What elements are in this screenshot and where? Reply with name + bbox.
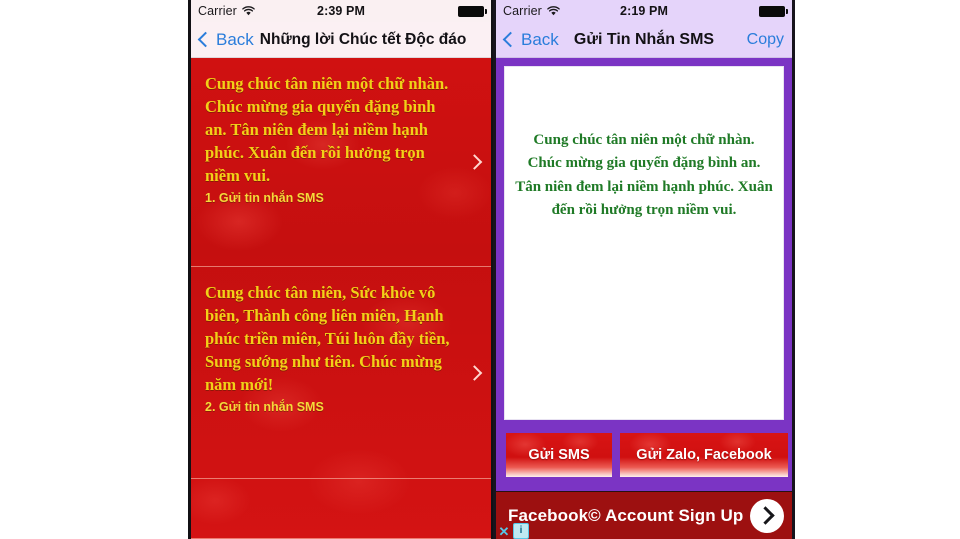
carrier-label: Carrier — [503, 4, 542, 18]
wifi-icon — [242, 5, 255, 18]
copy-button[interactable]: Copy — [747, 31, 784, 49]
ad-info-icon[interactable]: i — [513, 523, 529, 539]
back-label: Back — [521, 29, 559, 49]
right-status-bar: Carrier 2:19 PM — [496, 0, 792, 22]
wifi-icon — [547, 5, 560, 18]
right-nav-bar: Back Gửi Tin Nhắn SMS Copy — [496, 22, 792, 58]
battery-full-icon — [759, 5, 788, 17]
back-button[interactable]: Back — [197, 29, 254, 50]
message-text: Cung chúc tân niên một chữ nhàn. Chúc mừ… — [515, 132, 773, 218]
back-button[interactable]: Back — [502, 29, 559, 50]
compose-area: Cung chúc tân niên một chữ nhàn. Chúc mừ… — [496, 58, 792, 539]
chevron-right-icon[interactable] — [466, 364, 483, 381]
greeting-subtitle: 2. Gửi tin nhắn SMS — [205, 400, 324, 415]
list-item[interactable] — [191, 479, 491, 539]
screenshot-stage: Carrier 2:39 PM Back Những lời Chúc tết … — [0, 0, 960, 539]
chevron-right-circle-icon[interactable] — [750, 498, 784, 533]
message-textarea[interactable]: Cung chúc tân niên một chữ nhàn. Chúc mừ… — [504, 66, 784, 420]
greeting-text: Cung chúc tân niên một chữ nhàn. Chúc mừ… — [205, 74, 449, 186]
left-nav-bar: Back Những lời Chúc tết Độc đáo — [191, 22, 491, 58]
list-item[interactable]: Cung chúc tân niên, Sức khỏe vô biên, Th… — [191, 267, 491, 479]
chevron-left-icon — [197, 31, 214, 48]
chevron-right-icon[interactable] — [466, 154, 483, 170]
left-phone-screen: Carrier 2:39 PM Back Những lời Chúc tết … — [188, 0, 493, 539]
greeting-list[interactable]: Cung chúc tân niên một chữ nhàn. Chúc mừ… — [191, 58, 491, 539]
send-zalo-facebook-button[interactable]: Gửi Zalo, Facebook — [620, 433, 788, 477]
send-sms-button[interactable]: Gửi SMS — [506, 433, 612, 477]
action-button-row: Gửi SMS Gửi Zalo, Facebook — [504, 420, 788, 477]
carrier-label: Carrier — [198, 4, 237, 18]
right-phone-screen: Carrier 2:19 PM Back Gửi Tin Nhắn SMS Co… — [493, 0, 795, 539]
ad-text: Facebook© Account Sign Up — [508, 505, 744, 525]
page-title: Những lời Chúc tết Độc đáo — [259, 30, 467, 48]
greeting-text: Cung chúc tân niên, Sức khỏe vô biên, Th… — [205, 283, 450, 395]
ad-badge-group: ✕ i — [497, 523, 529, 539]
list-item[interactable]: Cung chúc tân niên một chữ nhàn. Chúc mừ… — [191, 58, 491, 267]
left-status-bar: Carrier 2:39 PM — [191, 0, 491, 22]
ad-banner[interactable]: Facebook© Account Sign Up ✕ i — [496, 491, 792, 539]
ad-close-icon[interactable]: ✕ — [497, 525, 511, 539]
back-label: Back — [216, 29, 254, 49]
greeting-subtitle: 1. Gửi tin nhắn SMS — [205, 191, 324, 206]
chevron-left-icon — [502, 31, 519, 48]
battery-full-icon — [458, 5, 487, 17]
